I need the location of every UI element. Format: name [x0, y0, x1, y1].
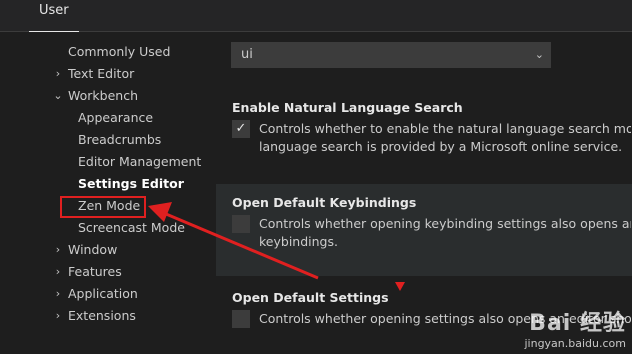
check-icon: ✓	[235, 121, 247, 136]
toc-item-label: Workbench	[68, 88, 138, 103]
setting-description-line: keybindings.	[259, 234, 338, 249]
chevron-right-icon: ›	[55, 309, 61, 322]
setting-title: Enable Natural Language Search	[232, 100, 463, 115]
annotation-highlight-box	[60, 196, 146, 218]
toc-item-breadcrumbs[interactable]: Breadcrumbs	[78, 129, 161, 151]
setting-description: Controls whether opening keybinding sett…	[259, 215, 631, 251]
toc-item-commonly-used[interactable]: Commonly Used	[68, 41, 170, 63]
chevron-right-icon: ›	[55, 265, 61, 278]
toc-item-label: Editor Management	[78, 154, 202, 169]
setting-description-line: Controls whether opening keybinding sett…	[259, 216, 631, 231]
toc-item-label: Settings Editor	[78, 176, 184, 191]
chevron-down-icon: ⌄	[53, 89, 63, 102]
setting-title: Open Default Settings	[232, 290, 389, 305]
toc-item-label: Application	[68, 286, 138, 301]
setting-title: Open Default Keybindings	[232, 195, 417, 210]
toc-item-features[interactable]: › Features	[56, 261, 122, 283]
toc-item-window[interactable]: › Window	[56, 239, 118, 261]
toc-item-workbench[interactable]: ⌄ Workbench	[53, 85, 138, 107]
toc-item-label: Screencast Mode	[78, 220, 185, 235]
toc-item-label: Appearance	[78, 110, 154, 125]
checkbox-natural-language-search[interactable]: ✓	[232, 120, 250, 138]
toc-item-application[interactable]: › Application	[56, 283, 138, 305]
toc-item-screencast-mode[interactable]: Screencast Mode	[78, 217, 185, 239]
chevron-down-icon: ⌄	[534, 48, 544, 61]
watermark-logo: Bai 经验	[529, 311, 626, 336]
toc-item-text-editor[interactable]: › Text Editor	[56, 63, 135, 85]
toc-item-label: Breadcrumbs	[78, 132, 162, 147]
chevron-right-icon: ›	[55, 67, 61, 80]
watermark: Bai 经验 jingyan.baidu.com	[524, 305, 626, 350]
toc-item-editor-management[interactable]: Editor Management	[78, 151, 201, 173]
toc-item-label: Commonly Used	[68, 44, 171, 59]
settings-select-field[interactable]: ui ⌄	[231, 42, 551, 68]
settings-toc: Commonly Used › Text Editor ⌄ Workbench …	[0, 32, 210, 354]
toc-item-settings-editor[interactable]: Settings Editor	[78, 173, 184, 195]
toc-item-label: Features	[68, 264, 122, 279]
setting-description-line: Controls whether to enable the natural l…	[259, 121, 631, 136]
watermark-url: jingyan.baidu.com	[524, 337, 626, 350]
setting-description: Controls whether to enable the natural l…	[259, 120, 631, 156]
tab-user[interactable]: User	[29, 0, 79, 32]
chevron-right-icon: ›	[55, 243, 61, 256]
settings-scope-tabs: User	[0, 0, 632, 32]
select-value: ui	[241, 47, 253, 62]
toc-item-appearance[interactable]: Appearance	[78, 107, 153, 129]
toc-item-label: Text Editor	[68, 66, 135, 81]
chevron-right-icon: ›	[55, 287, 61, 300]
toc-item-label: Window	[68, 242, 118, 257]
checkbox-open-default-settings[interactable]	[232, 310, 250, 328]
toc-item-label: Extensions	[68, 308, 136, 323]
setting-description-line: language search is provided by a Microso…	[259, 139, 623, 154]
checkbox-open-default-keybindings[interactable]	[232, 215, 250, 233]
toc-item-extensions[interactable]: › Extensions	[56, 305, 136, 327]
